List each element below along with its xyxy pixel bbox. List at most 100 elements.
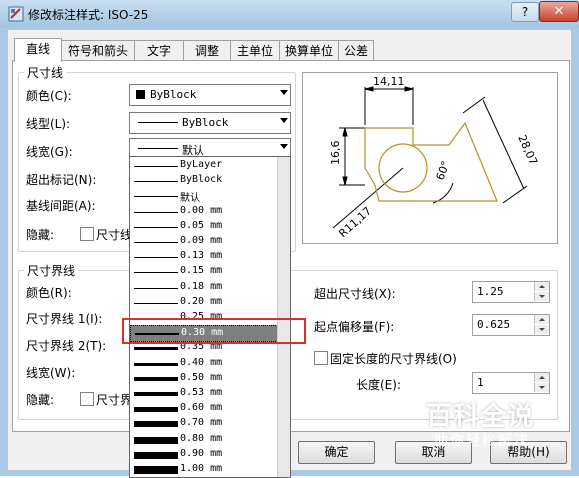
lineweight-option-label: 0.00 mm (180, 204, 223, 216)
lineweight-sample (134, 211, 178, 213)
lineweight-option-label: 0.70 mm (180, 417, 223, 429)
tab-text[interactable]: 文字 (134, 40, 184, 61)
tab-primary-units[interactable]: 主单位 (230, 40, 280, 61)
lineweight-option-label: 0.18 mm (180, 280, 223, 292)
lineweight-sample (134, 376, 178, 381)
spin-down-icon[interactable] (534, 325, 549, 334)
lineweight-option[interactable]: 0.80 mm (130, 432, 278, 447)
lineweight-option[interactable]: ByBlock (130, 173, 278, 188)
extend-beyond-spinner[interactable]: 1.25 (472, 281, 550, 303)
lineweight-option-label: 0.50 mm (180, 371, 223, 383)
lineweight-option[interactable]: 0.00 mm (130, 204, 278, 219)
spin-up-icon[interactable] (534, 282, 549, 291)
lineweight-option-label: 0.05 mm (180, 219, 223, 231)
lineweight-option[interactable]: 0.13 mm (130, 249, 278, 264)
dim-color-label: 颜色(C): (26, 89, 72, 103)
lineweight-option[interactable]: 默认 (130, 188, 278, 205)
lineweight-option[interactable]: ByLayer (130, 158, 278, 173)
lineweight-sample (134, 242, 178, 243)
lineweight-sample (134, 436, 178, 444)
dimension-preview-drawing: 14,11 16,6 28,07 60° R11,17 (329, 75, 540, 240)
dim-color-select[interactable]: ByBlock (129, 84, 291, 106)
lineweight-option[interactable]: 0.18 mm (130, 280, 278, 295)
lineweight-sample (138, 148, 178, 149)
extend-beyond-label: 超出尺寸线(X): (314, 287, 396, 301)
suppress-dim-line1-label: 尺寸线 (96, 228, 133, 242)
tab-tolerances[interactable]: 公差 (338, 40, 374, 61)
preview-dim-left: 16,6 (329, 141, 342, 166)
lineweight-option[interactable]: 0.15 mm (130, 264, 278, 279)
lineweight-sample (134, 226, 178, 228)
preview-pane: 14,11 16,6 28,07 60° R11,17 (302, 72, 558, 244)
offset-label: 起点偏移量(F): (314, 320, 395, 334)
dim-color-value: ByBlock (150, 88, 197, 101)
spin-up-icon[interactable] (534, 315, 549, 324)
dim-lineweight-label: 线宽(G): (26, 145, 73, 159)
lineweight-option-label: 0.80 mm (180, 432, 223, 444)
extend-ticks-label: 超出标记(N): (26, 173, 97, 187)
ext2-linetype-label: 尺寸界线 2(T): (26, 339, 107, 353)
lineweight-sample (134, 421, 178, 428)
chevron-down-icon (280, 90, 288, 95)
dropdown-scrollbar[interactable] (277, 157, 290, 477)
length-value: 1 (477, 376, 484, 389)
watermark-subtitle: 助你轻松解决 (434, 433, 530, 449)
lineweight-sample (134, 257, 178, 259)
lineweight-sample (134, 196, 178, 198)
ext-line-group-title: 尺寸界线 (24, 262, 79, 279)
lineweight-option-label: 0.40 mm (180, 356, 223, 368)
offset-value: 0.625 (477, 318, 511, 331)
lineweight-option[interactable]: 0.09 mm (130, 234, 278, 249)
lineweight-option-label: 0.15 mm (180, 265, 223, 277)
lineweight-option-label: 默认 (180, 193, 200, 205)
tab-alternate-units[interactable]: 换算单位 (279, 40, 339, 61)
chevron-down-icon (280, 144, 288, 149)
lineweight-option[interactable]: 0.53 mm (130, 386, 278, 401)
dim-linetype-select[interactable]: ByBlock (129, 112, 291, 134)
lineweight-option[interactable]: 0.40 mm (130, 356, 278, 371)
suppress-ext-line1-label: 尺寸界 (96, 393, 133, 407)
tab-symbols-arrows[interactable]: 符号和箭头 (61, 40, 135, 61)
offset-spinner[interactable]: 0.625 (472, 314, 550, 336)
suppress-dim-line1-checkbox[interactable] (80, 227, 94, 241)
app-icon (8, 6, 24, 22)
lineweight-option-label: ByLayer (180, 159, 223, 170)
lineweight-sample (134, 166, 178, 167)
lineweight-option-label: 1.00 mm (180, 463, 223, 474)
lineweight-option[interactable]: 0.50 mm (130, 371, 278, 386)
length-spinner[interactable]: 1 (472, 372, 550, 394)
lineweight-sample (134, 181, 178, 183)
lineweight-option[interactable]: 0.70 mm (130, 416, 278, 431)
lineweight-option[interactable]: 0.90 mm (130, 447, 278, 462)
spin-up-icon[interactable] (534, 373, 549, 382)
spin-down-icon[interactable] (534, 292, 549, 301)
lineweight-option-label: 0.60 mm (180, 402, 223, 414)
tab-fit[interactable]: 调整 (183, 40, 231, 61)
help-title-button[interactable]: ? (511, 2, 539, 22)
lineweight-option[interactable]: 0.05 mm (130, 219, 278, 234)
lineweight-sample (134, 362, 178, 366)
window-title: 修改标注样式: ISO-25 (28, 8, 149, 22)
ext-lineweight-label: 线宽(W): (26, 366, 76, 380)
lineweight-option[interactable]: 0.20 mm (130, 295, 278, 310)
spin-down-icon[interactable] (534, 383, 549, 392)
fixed-length-checkbox[interactable] (314, 351, 328, 365)
ok-button[interactable]: 确定 (298, 441, 375, 464)
ext1-linetype-label: 尺寸界线 1(I): (26, 312, 103, 326)
lineweight-sample (134, 466, 178, 474)
dim-linetype-value: ByBlock (182, 116, 229, 129)
lineweight-dropdown-list[interactable]: ByLayer ByBlock 默认 0.00 mm 0.05 mm 0.09 mm 0.1… (129, 156, 291, 478)
color-swatch (136, 90, 145, 99)
lineweight-sample (134, 451, 178, 459)
suppress-ext-line1-checkbox[interactable] (80, 392, 94, 406)
dim-line-group-title: 尺寸线 (24, 64, 67, 81)
lineweight-option-label: 0.13 mm (180, 250, 223, 262)
lineweight-sample (134, 392, 178, 396)
tab-lines[interactable]: 直线 (14, 38, 62, 62)
lineweight-option[interactable]: 1.00 mm (130, 462, 278, 477)
lineweight-sample (134, 272, 178, 274)
close-button[interactable]: ✕ (539, 1, 579, 22)
lineweight-option[interactable]: 0.60 mm (130, 401, 278, 416)
title-bar[interactable]: 修改标注样式: ISO-25 ? ✕ (0, 0, 579, 28)
linetype-sample (138, 122, 178, 123)
